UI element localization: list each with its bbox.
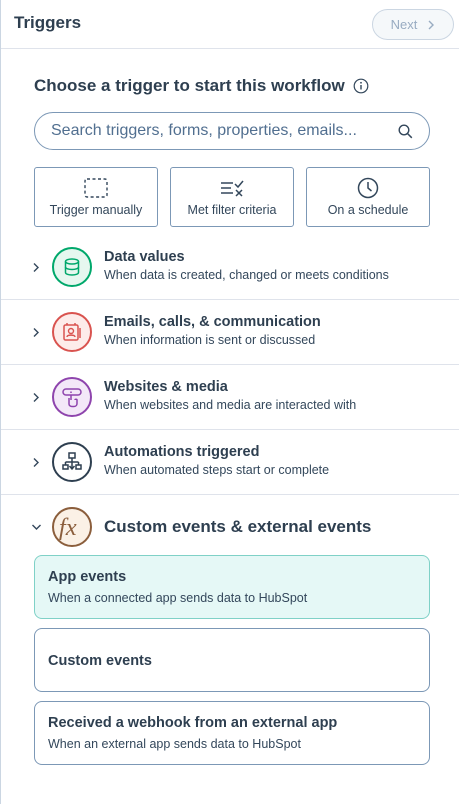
panel-title: Triggers	[14, 13, 82, 32]
trigger-manually-tile[interactable]: Trigger manually	[34, 167, 158, 227]
option-description: When an external app sends data to HubSp…	[48, 737, 301, 751]
category-emails-calls-communication[interactable]: Emails, calls, & communication When info…	[1, 300, 459, 365]
met-filter-criteria-tile[interactable]: Met filter criteria	[170, 167, 294, 227]
workflow-icon	[52, 442, 92, 482]
chevron-right-icon	[33, 393, 39, 402]
panel-header: Triggers Next	[1, 0, 459, 49]
category-title: Websites & media	[104, 379, 228, 395]
clock-icon	[357, 177, 379, 199]
search-icon[interactable]	[398, 123, 413, 139]
category-description: When data is created, changed or meets c…	[104, 268, 389, 282]
filter-check-icon	[221, 180, 244, 197]
option-app-events[interactable]: App events When a connected app sends da…	[34, 555, 430, 619]
next-button-label: Next	[390, 17, 418, 32]
database-icon	[52, 247, 92, 287]
category-description: When automated steps start or complete	[104, 463, 330, 477]
category-websites-media[interactable]: Websites & media When websites and media…	[1, 365, 459, 430]
svg-text:fx: fx	[59, 514, 77, 541]
option-webhook-external-app[interactable]: Received a webhook from an external app …	[34, 701, 430, 765]
category-data-values[interactable]: Data values When data is created, change…	[1, 235, 459, 300]
tile-label: Trigger manually	[49, 203, 143, 217]
chevron-down-icon	[32, 524, 41, 530]
category-title: Automations triggered	[104, 444, 260, 460]
option-title: Custom events	[48, 653, 152, 669]
search-placeholder: Search triggers, forms, properties, emai…	[51, 122, 357, 139]
category-description: When websites and media are interacted w…	[104, 398, 357, 412]
tile-label: On a schedule	[327, 203, 409, 217]
triggers-panel: Triggers Next Choose a trigger to start …	[0, 0, 459, 804]
option-description: When a connected app sends data to HubSp…	[48, 591, 308, 605]
section-title: Choose a trigger to start this workflow	[34, 76, 369, 96]
dashed-square-icon	[84, 178, 108, 198]
option-custom-events[interactable]: Custom events	[34, 628, 430, 692]
next-button[interactable]: Next	[372, 9, 454, 40]
chevron-right-icon	[33, 328, 39, 337]
category-automations-triggered[interactable]: Automations triggered When automated ste…	[1, 430, 459, 495]
quick-triggers: Trigger manually Met filter criteria On …	[34, 167, 430, 227]
category-custom-external-events[interactable]: fx Custom events & external events	[1, 495, 459, 555]
option-title: App events	[48, 569, 127, 585]
category-title: Emails, calls, & communication	[104, 314, 321, 330]
chevron-right-icon	[33, 263, 39, 272]
category-title: Custom events & external events	[104, 517, 372, 536]
chevron-right-icon	[33, 458, 39, 467]
section-title-text: Choose a trigger to start this workflow	[34, 76, 345, 95]
category-title: Data values	[104, 249, 185, 265]
search-input[interactable]: Search triggers, forms, properties, emai…	[34, 112, 430, 150]
on-a-schedule-tile[interactable]: On a schedule	[306, 167, 430, 227]
category-description: When information is sent or discussed	[104, 333, 316, 347]
info-icon[interactable]	[353, 78, 369, 94]
website-click-icon	[52, 377, 92, 417]
contact-card-icon	[52, 312, 92, 352]
tile-label: Met filter criteria	[187, 203, 277, 217]
chevron-right-icon	[428, 20, 435, 29]
option-title: Received a webhook from an external app	[48, 715, 338, 731]
fx-icon: fx	[52, 507, 92, 547]
